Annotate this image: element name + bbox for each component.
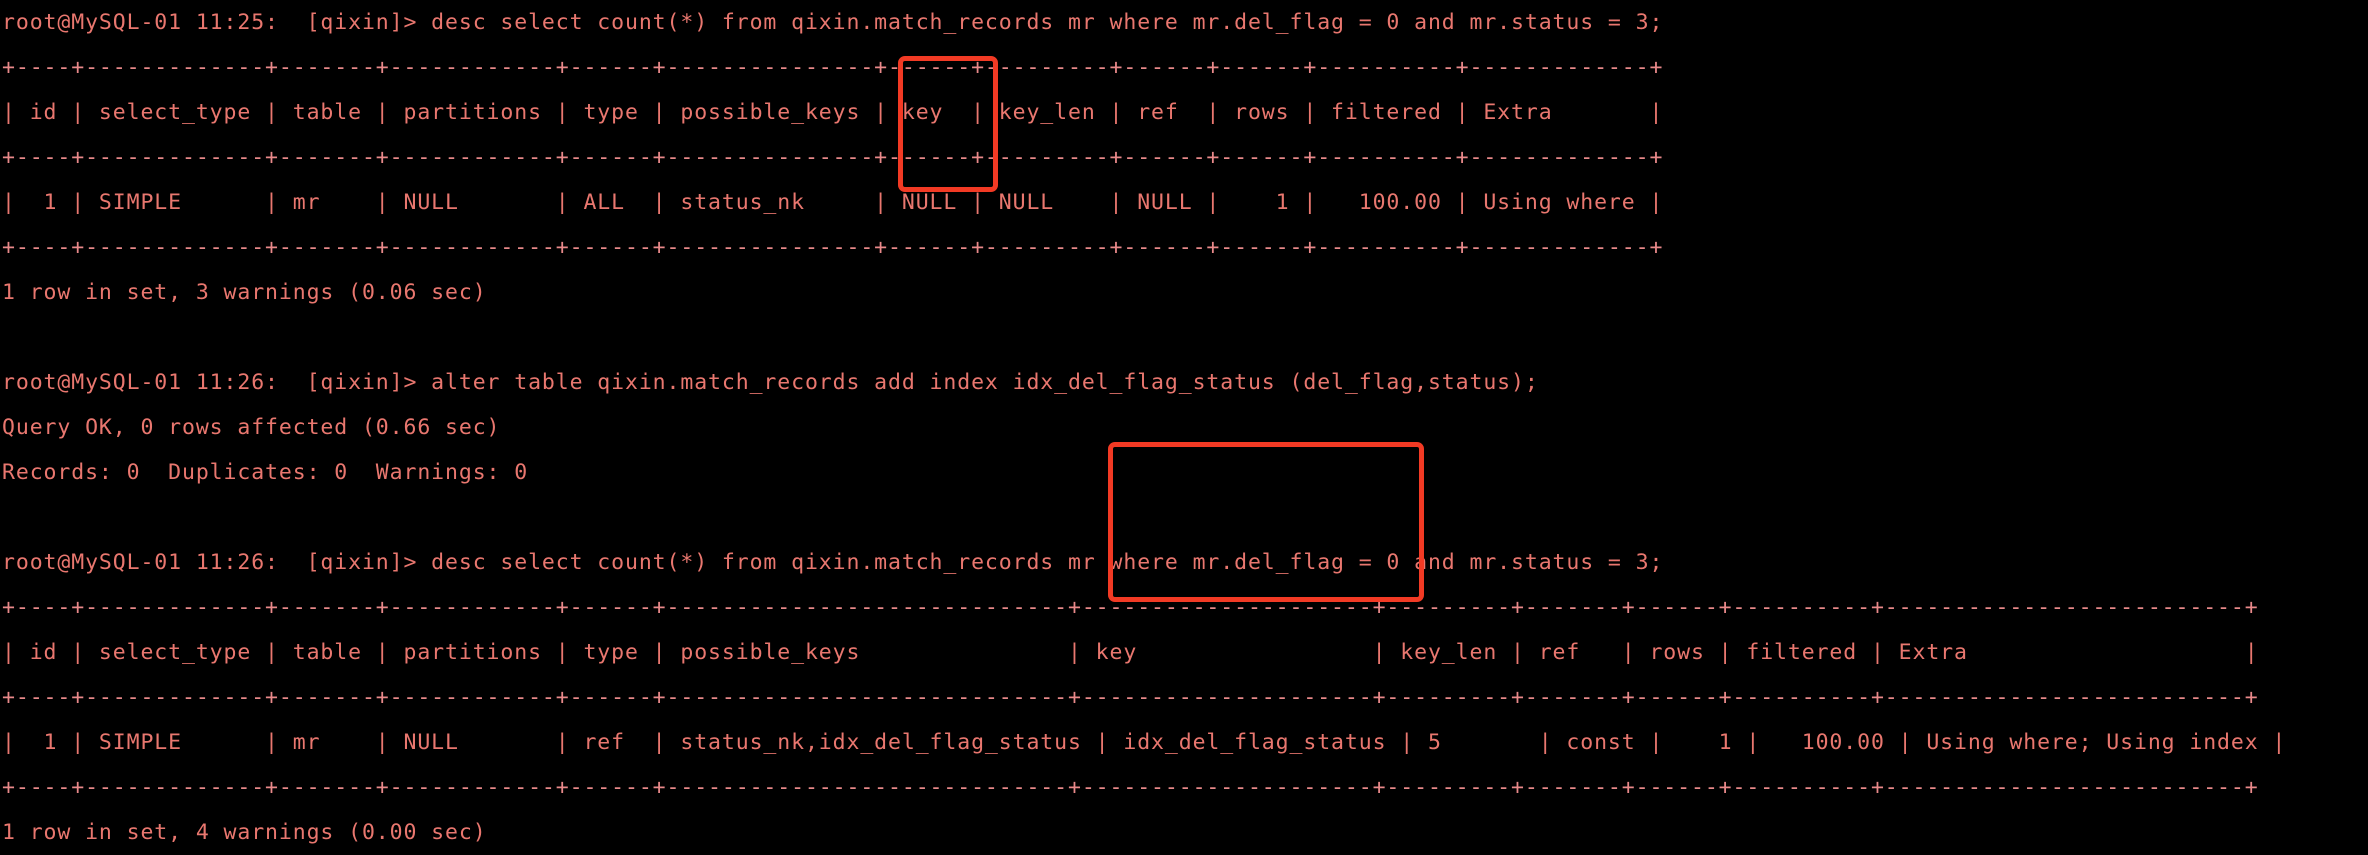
- terminal-window[interactable]: root@MySQL-01 11:25: [qixin]> desc selec…: [0, 0, 2368, 845]
- terminal-line-table-row: | 1 | SIMPLE | mr | NULL | ref | status_…: [2, 730, 2287, 755]
- terminal-line-table-row: | 1 | SIMPLE | mr | NULL | ALL | status_…: [2, 190, 1664, 215]
- terminal-line-table-rule: +----+-------------+-------+------------…: [2, 235, 1664, 260]
- terminal-line-prompt-command: root@MySQL-01 11:25: [qixin]> desc selec…: [2, 10, 1664, 35]
- terminal-line-table-header: | id | select_type | table | partitions …: [2, 100, 1664, 125]
- terminal-line-table-rule: +----+-------------+-------+------------…: [2, 145, 1664, 170]
- terminal-line-records-status: Records: 0 Duplicates: 0 Warnings: 0: [2, 460, 529, 485]
- terminal-line-prompt-command: root@MySQL-01 11:26: [qixin]> desc selec…: [2, 550, 1664, 575]
- terminal-line-table-rule: +----+-------------+-------+------------…: [2, 685, 2259, 710]
- terminal-line-query-status: Query OK, 0 rows affected (0.66 sec): [2, 415, 501, 440]
- terminal-line-table-rule: +----+-------------+-------+------------…: [2, 595, 2259, 620]
- terminal-line-table-rule: +----+-------------+-------+------------…: [2, 55, 1664, 80]
- terminal-line-result-summary: 1 row in set, 3 warnings (0.06 sec): [2, 280, 487, 305]
- terminal-line-result-summary: 1 row in set, 4 warnings (0.00 sec): [2, 820, 487, 845]
- terminal-line-table-rule: +----+-------------+-------+------------…: [2, 775, 2259, 800]
- terminal-line-prompt-command: root@MySQL-01 11:26: [qixin]> alter tabl…: [2, 370, 1539, 395]
- terminal-line-table-header: | id | select_type | table | partitions …: [2, 640, 2259, 665]
- terminal-output-area[interactable]: root@MySQL-01 11:25: [qixin]> desc selec…: [0, 0, 2368, 855]
